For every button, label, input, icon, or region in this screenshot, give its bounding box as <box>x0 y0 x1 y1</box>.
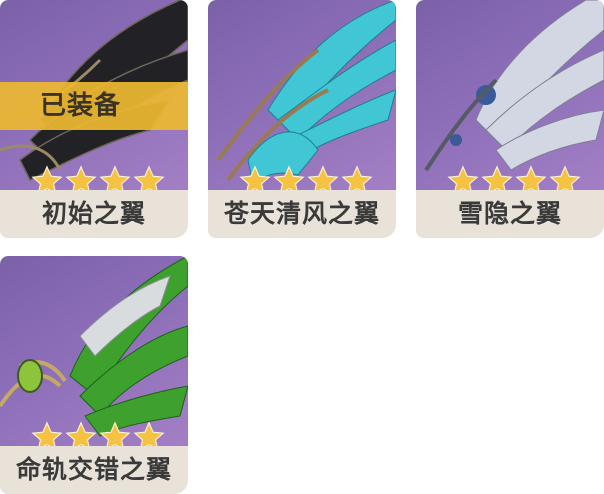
wing-artwork <box>416 0 604 190</box>
wing-artwork: 已装备 <box>0 0 188 190</box>
wing-card-1[interactable]: 已装备 初始之翼 <box>0 0 188 238</box>
wing-artwork <box>0 256 188 446</box>
wing-card-3[interactable]: 雪隐之翼 <box>416 0 604 238</box>
wing-name: 苍天清风之翼 <box>208 190 396 238</box>
wing-name: 初始之翼 <box>0 190 188 238</box>
wing-artwork <box>208 0 396 190</box>
wing-name: 命轨交错之翼 <box>0 446 188 494</box>
wing-gallery: 已装备 初始之翼 苍天清风之翼 雪隐之翼 命轨交错之翼 <box>0 0 604 494</box>
wing-name: 雪隐之翼 <box>416 190 604 238</box>
wing-card-2[interactable]: 苍天清风之翼 <box>208 0 396 238</box>
wing-card-4[interactable]: 命轨交错之翼 <box>0 256 188 494</box>
equipped-badge: 已装备 <box>0 82 188 130</box>
